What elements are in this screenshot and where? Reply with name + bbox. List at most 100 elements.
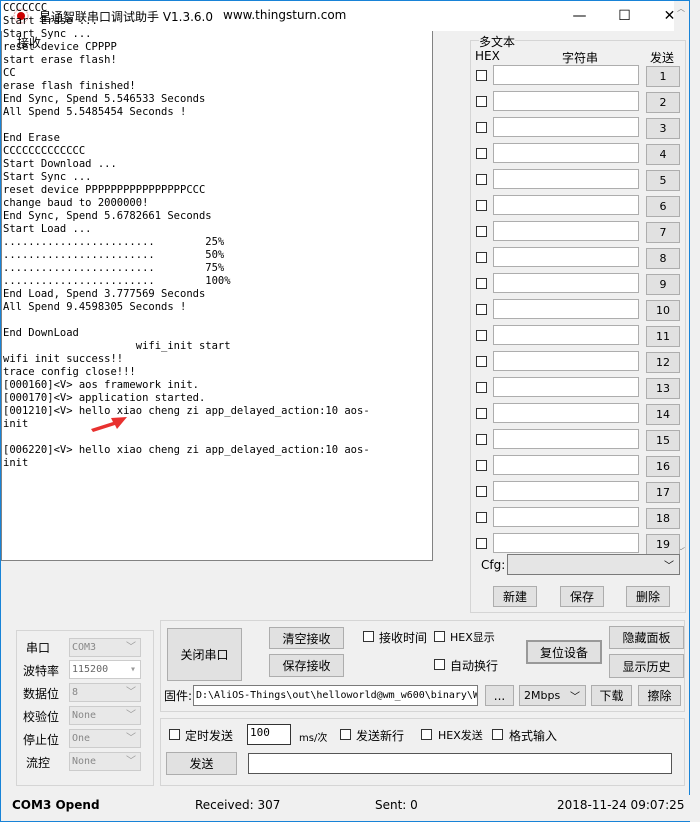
port-select[interactable]: COM3 ﹀ [69,638,141,657]
delete-button[interactable]: 删除 [626,586,670,607]
speed-select[interactable]: 2Mbps ﹀ [519,685,586,706]
multi-hex-checkbox[interactable] [476,486,487,497]
save-receive-button[interactable]: 保存接收 [269,654,344,677]
multi-string-input[interactable] [493,403,639,423]
multi-hex-checkbox[interactable] [476,174,487,185]
multi-hex-checkbox[interactable] [476,512,487,523]
hex-display-checkbox[interactable] [434,631,445,642]
hex-send-checkbox[interactable] [421,729,432,740]
multi-send-button[interactable]: 1 [646,66,680,87]
multi-send-button[interactable]: 7 [646,222,680,243]
multi-string-input[interactable] [493,429,639,449]
multi-hex-checkbox[interactable] [476,96,487,107]
multi-send-button[interactable]: 12 [646,352,680,373]
hide-panel-button[interactable]: 隐藏面板 [609,626,684,649]
multi-hex-checkbox[interactable] [476,460,487,471]
multi-string-input[interactable] [493,117,639,137]
close-port-button[interactable]: 关闭串口 [167,628,242,681]
send-text-input[interactable] [248,753,672,774]
multi-hex-checkbox[interactable] [476,200,487,211]
parity-select[interactable]: None ﹀ [69,706,141,725]
browse-button[interactable]: ... [485,685,514,706]
reset-device-button[interactable]: 复位设备 [526,640,602,664]
save-config-button[interactable]: 保存 [560,586,604,607]
multi-string-input[interactable] [493,91,639,111]
multi-hex-checkbox[interactable] [476,226,487,237]
multi-send-button[interactable]: 3 [646,118,680,139]
multi-string-input[interactable] [493,169,639,189]
send-button[interactable]: 发送 [166,752,237,775]
multi-hex-checkbox[interactable] [476,278,487,289]
multi-hex-checkbox[interactable] [476,356,487,367]
interval-unit-label: ms/次 [299,733,328,744]
multi-send-button[interactable]: 5 [646,170,680,191]
multi-send-button[interactable]: 17 [646,482,680,503]
new-button[interactable]: 新建 [493,586,537,607]
erase-button[interactable]: 擦除 [638,685,681,706]
multi-string-input[interactable] [493,143,639,163]
multi-send-button[interactable]: 19 [646,534,680,555]
receive-textarea[interactable]: CCCCCCC Start Erase ... Start Sync ... r… [1,1,689,561]
baud-select[interactable]: 115200 ▾ [69,660,141,679]
multi-send-button[interactable]: 6 [646,196,680,217]
multi-send-button[interactable]: 4 [646,144,680,165]
parity-label: 校验位 [23,710,60,724]
format-input-label: 格式输入 [509,729,558,743]
multi-hex-checkbox[interactable] [476,330,487,341]
cfg-label: Cfg: [481,558,506,572]
cfg-select[interactable]: ﹀ [507,554,680,575]
multi-string-input[interactable] [493,299,639,319]
auto-wrap-checkbox[interactable] [434,659,445,670]
multi-send-button[interactable]: 8 [646,248,680,269]
format-input-checkbox[interactable] [492,729,503,740]
multi-string-input[interactable] [493,455,639,475]
firmware-path-input[interactable]: D:\AliOS-Things\out\helloworld@wm_w600\b… [193,685,478,706]
status-bar: COM3 Opend Received: 307 Sent: 0 2018-11… [2,795,690,821]
multi-hex-checkbox[interactable] [476,252,487,263]
multi-string-input[interactable] [493,507,639,527]
multi-string-input[interactable] [493,325,639,345]
multi-hex-checkbox[interactable] [476,148,487,159]
multi-send-button[interactable]: 10 [646,300,680,321]
multi-hex-checkbox[interactable] [476,70,487,81]
multi-hex-checkbox[interactable] [476,304,487,315]
timed-send-checkbox[interactable] [169,729,180,740]
multi-string-input[interactable] [493,221,639,241]
show-history-button[interactable]: 显示历史 [609,654,684,678]
multi-hex-checkbox[interactable] [476,122,487,133]
multi-send-button[interactable]: 9 [646,274,680,295]
multi-string-input[interactable] [493,65,639,85]
multi-send-button[interactable]: 2 [646,92,680,113]
data-bits-select[interactable]: 8 ﹀ [69,683,141,702]
multi-send-button[interactable]: 16 [646,456,680,477]
maximize-button[interactable]: ☐ [602,1,647,31]
stop-bits-label: 停止位 [23,733,60,747]
multi-string-input[interactable] [493,533,639,553]
multi-string-input[interactable] [493,481,639,501]
interval-input[interactable]: 100 [247,724,291,745]
multi-hex-checkbox[interactable] [476,434,487,445]
multi-string-input[interactable] [493,377,639,397]
send-newline-checkbox[interactable] [340,729,351,740]
multi-send-button[interactable]: 13 [646,378,680,399]
multi-send-button[interactable]: 18 [646,508,680,529]
multi-string-input[interactable] [493,195,639,215]
multi-send-button[interactable]: 11 [646,326,680,347]
multi-string-input[interactable] [493,247,639,267]
hex-send-label: HEX发送 [438,729,483,742]
stop-bits-select[interactable]: One ﹀ [69,729,141,748]
receive-time-checkbox[interactable] [363,631,374,642]
multi-hex-checkbox[interactable] [476,538,487,549]
flow-control-select[interactable]: None ﹀ [69,752,141,771]
multi-hex-checkbox[interactable] [476,382,487,393]
clear-receive-button[interactable]: 清空接收 [269,627,344,649]
multi-string-input[interactable] [493,351,639,371]
download-button[interactable]: 下载 [591,685,632,706]
multi-send-button[interactable]: 14 [646,404,680,425]
firmware-label: 固件: [164,689,193,703]
red-arrow-annotation-icon [91,417,127,432]
multi-send-button[interactable]: 15 [646,430,680,451]
multi-hex-checkbox[interactable] [476,408,487,419]
minimize-button[interactable]: — [557,1,602,31]
multi-string-input[interactable] [493,273,639,293]
